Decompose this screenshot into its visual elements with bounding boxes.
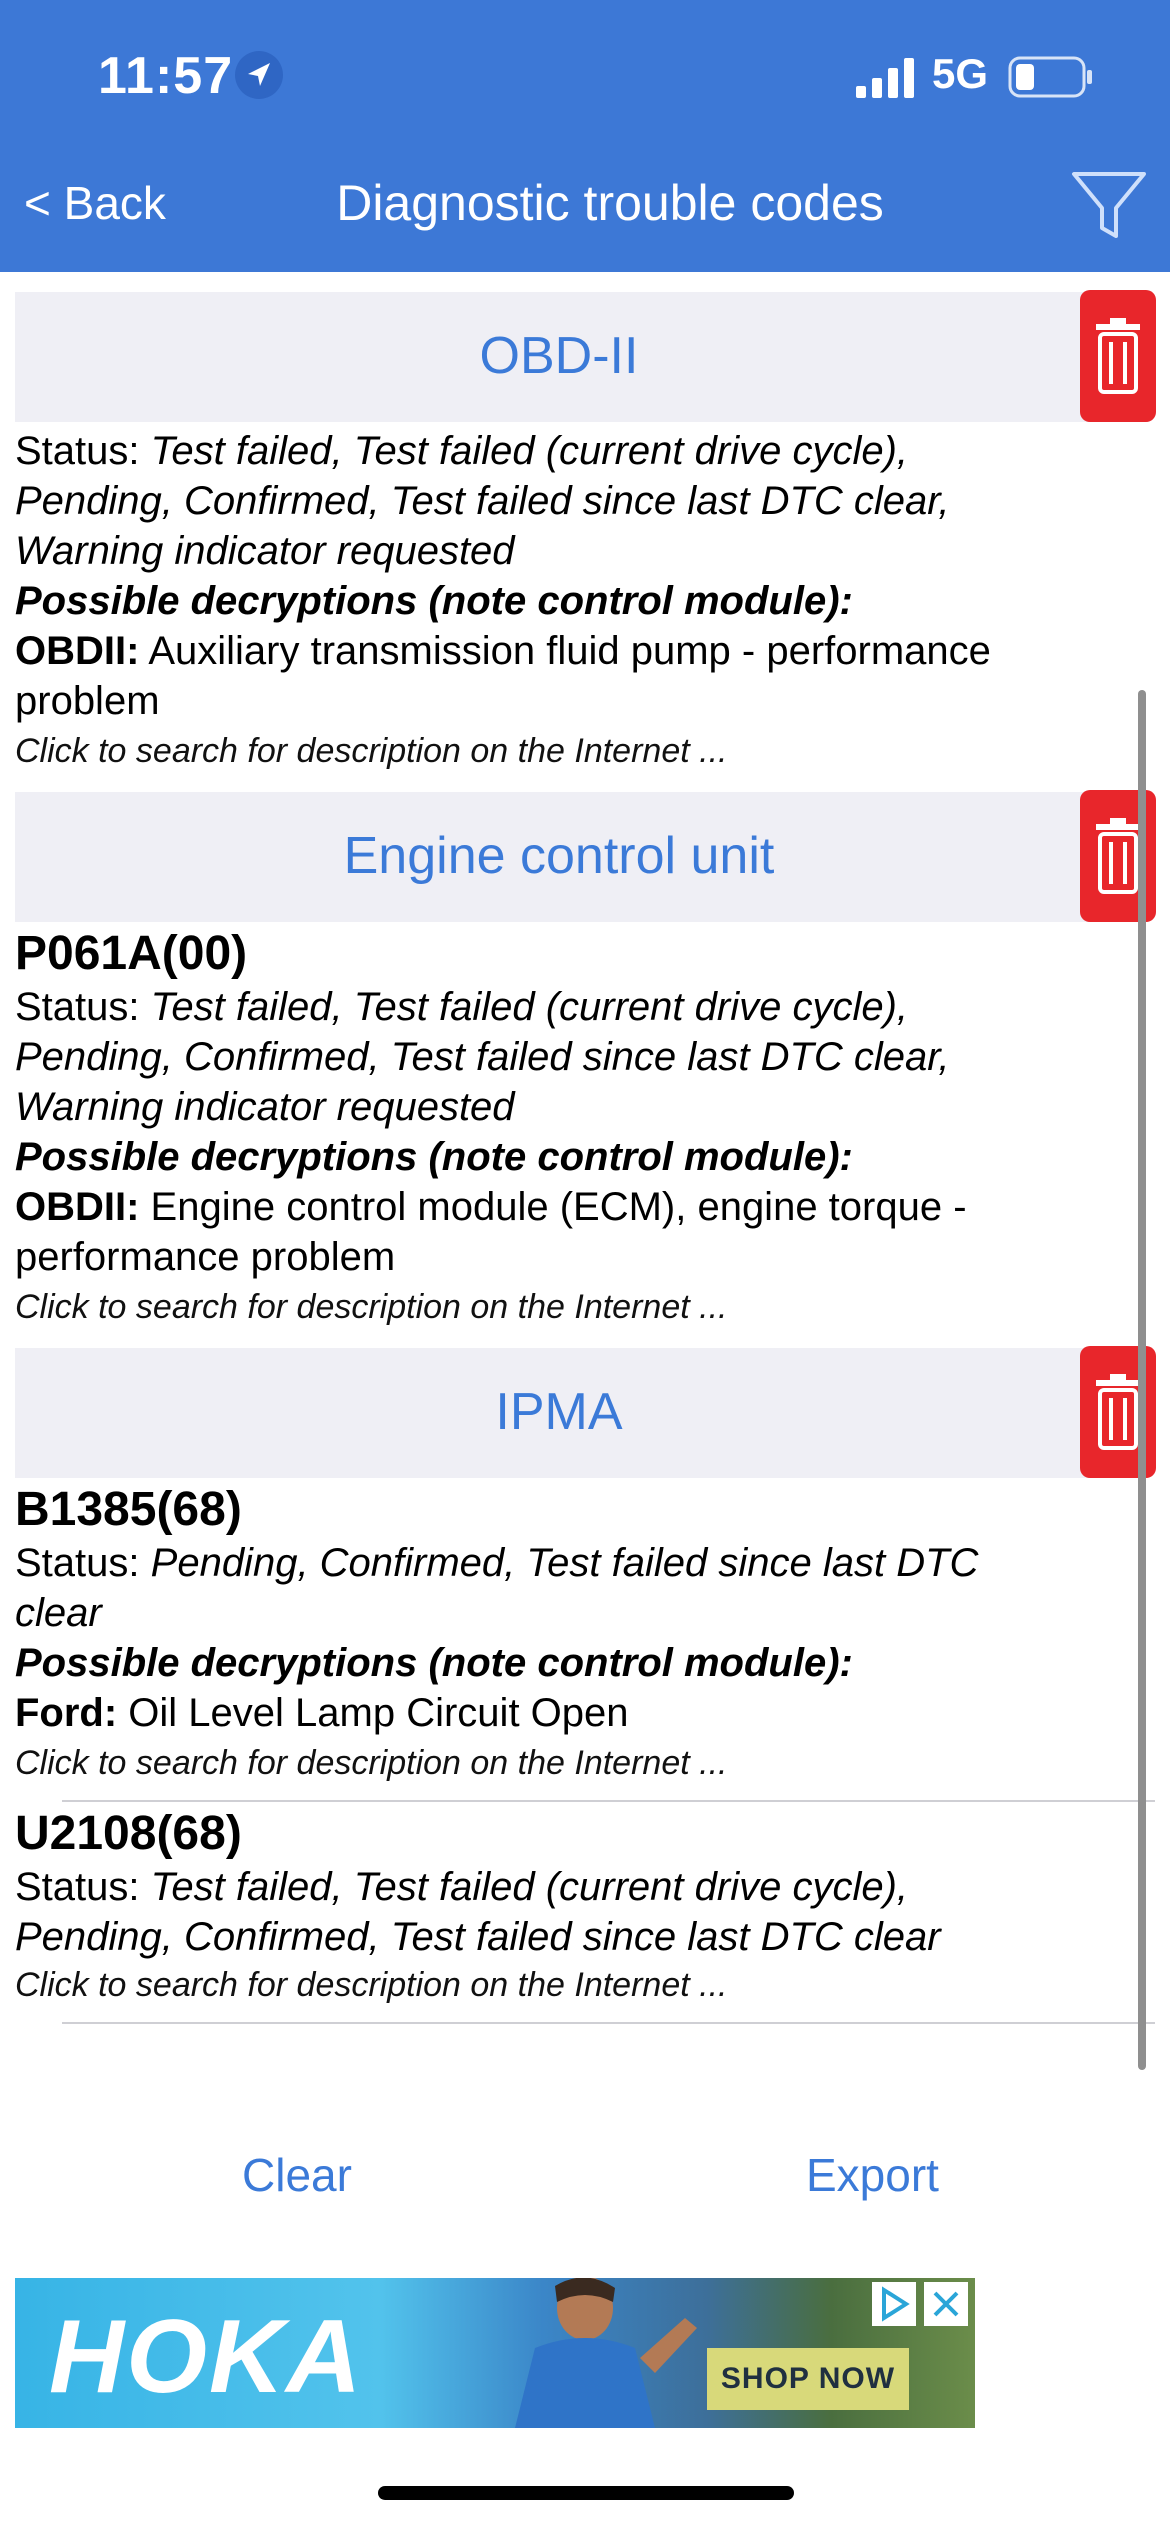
status-line: Status: Test failed, Test failed (curren… — [15, 429, 909, 473]
filter-icon[interactable] — [1070, 166, 1148, 244]
section-header-ipma: IPMA — [15, 1348, 1103, 1478]
section-title: IPMA — [495, 1383, 623, 1441]
section-header-obd-ii: OBD-II — [15, 292, 1103, 422]
decryptions-label: Possible decryptions (note control modul… — [15, 1641, 853, 1685]
decryption-line: problem — [15, 679, 160, 723]
status-line: Warning indicator requested — [15, 1085, 515, 1129]
network-type: 5G — [932, 50, 989, 97]
back-button[interactable]: < Back — [24, 176, 166, 230]
location-arrow-icon — [235, 51, 283, 99]
ad-close-icon[interactable] — [924, 2282, 968, 2326]
trash-icon — [1096, 818, 1140, 894]
scrollbar[interactable] — [1138, 690, 1146, 2070]
status-line: Status: Test failed, Test failed (curren… — [15, 1865, 909, 1909]
trash-icon — [1096, 1374, 1140, 1450]
section-title: Engine control unit — [343, 827, 775, 885]
dtc-list: OBD-II Status: Test failed, Test failed … — [0, 272, 1170, 2062]
decryption-line: OBDII: Engine control module (ECM), engi… — [15, 1185, 967, 1229]
signal-bars-icon — [856, 58, 914, 98]
decryptions-label: Possible decryptions (note control modul… — [15, 579, 853, 623]
battery-icon — [1008, 56, 1092, 98]
status-line: Pending, Confirmed, Test failed since la… — [15, 479, 950, 523]
ad-choices-icon[interactable] — [872, 2282, 916, 2326]
delete-section-button[interactable] — [1080, 290, 1156, 422]
status-line: Pending, Confirmed, Test failed since la… — [15, 1915, 941, 1959]
decryption-line: Ford: Oil Level Lamp Circuit Open — [15, 1691, 629, 1735]
ad-brand-logo: HOKA — [49, 2299, 364, 2415]
search-link[interactable]: Click to search for description on the I… — [15, 1288, 727, 1327]
section-title: OBD-II — [479, 327, 639, 385]
ad-banner[interactable]: HOKA SHOP NOW — [15, 2278, 975, 2428]
status-time: 11:57 — [98, 47, 234, 105]
section-header-engine-control-unit: Engine control unit — [15, 792, 1103, 922]
dtc-code: P061A(00) — [15, 927, 248, 980]
row-divider — [62, 1800, 1155, 1802]
dtc-code: B1385(68) — [15, 1483, 242, 1536]
search-link[interactable]: Click to search for description on the I… — [15, 1744, 727, 1783]
search-link[interactable]: Click to search for description on the I… — [15, 1966, 727, 2005]
status-line: Status: Pending, Confirmed, Test failed … — [15, 1541, 979, 1585]
decryption-line: OBDII: Auxiliary transmission fluid pump… — [15, 629, 991, 673]
export-button[interactable]: Export — [806, 2148, 939, 2202]
page-title: Diagnostic trouble codes — [336, 175, 884, 231]
clear-button[interactable]: Clear — [242, 2148, 352, 2202]
decryption-line: performance problem — [15, 1235, 396, 1279]
status-line: Pending, Confirmed, Test failed since la… — [15, 1035, 950, 1079]
status-line: Warning indicator requested — [15, 529, 515, 573]
ad-shop-now-button[interactable]: SHOP NOW — [707, 2348, 909, 2410]
status-line: clear — [15, 1591, 102, 1635]
ad-person-image — [515, 2278, 697, 2428]
status-line: Status: Test failed, Test failed (curren… — [15, 985, 909, 1029]
home-indicator[interactable] — [378, 2486, 794, 2500]
trash-icon — [1096, 318, 1140, 394]
search-link[interactable]: Click to search for description on the I… — [15, 732, 727, 771]
dtc-code: U2108(68) — [15, 1807, 242, 1860]
navigation-bar: 11:57 5G < Back Diagnostic trouble codes — [0, 0, 1170, 272]
decryptions-label: Possible decryptions (note control modul… — [15, 1135, 853, 1179]
row-divider — [62, 2022, 1155, 2024]
